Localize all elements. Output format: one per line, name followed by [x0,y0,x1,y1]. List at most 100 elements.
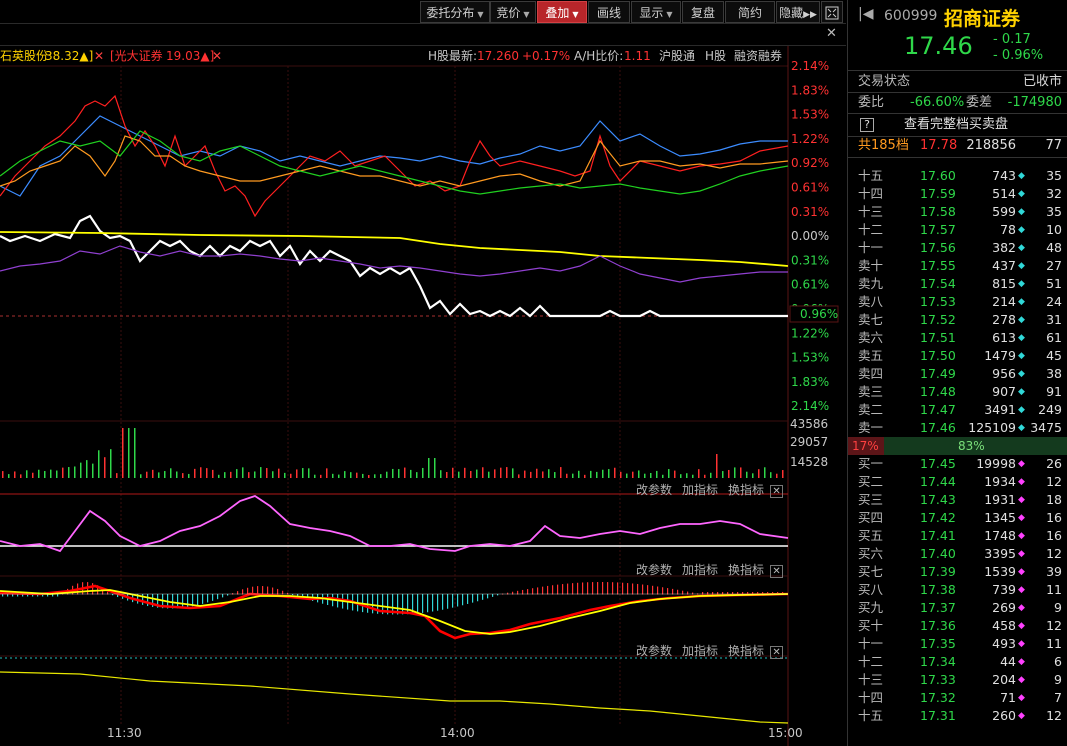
collapse-icon[interactable]: |◀ [858,6,873,22]
price-change-pct: - 0.96% [993,48,1044,63]
hide-button[interactable]: 隐藏▶▶ [776,1,820,23]
order-book-row[interactable]: 卖二 17.47 3491 ◆ 249 [848,401,1067,419]
order-book-row[interactable]: 十一 17.35 493 ◆ 11 [848,635,1067,653]
maximize-icon[interactable] [821,1,843,23]
add-indicator-button[interactable]: 加指标 [682,483,718,497]
level-label: 买九 [858,600,884,615]
volume-bar [254,471,256,478]
stock-code: 600999 [884,8,938,24]
macd-bar [427,594,429,613]
change-params-button[interactable]: 改参数 [636,644,672,658]
level-label: 买二 [858,474,884,489]
order-distribution-button[interactable]: 委托分布 ▼ [420,1,490,23]
order-book-row[interactable]: 卖六 17.51 613 ◆ 61 [848,329,1067,347]
order-book-row[interactable]: 卖七 17.52 278 ◆ 31 [848,311,1067,329]
order-book-row[interactable]: 十四 17.59 514 ◆ 32 [848,185,1067,203]
add-indicator-button[interactable]: 加指标 [682,644,718,658]
volume-bar [152,469,154,478]
volume-bar [212,469,214,478]
macd-bar [407,594,409,615]
order-book-row[interactable]: 买六 17.40 3395 ◆ 12 [848,545,1067,563]
macd-bar [652,585,654,595]
level-price: 17.39 [920,564,956,579]
change-params-button[interactable]: 改参数 [636,483,672,497]
volume-bar [182,473,184,478]
order-book-row[interactable]: 卖一 17.46 125109 ◆ 3475 [848,419,1067,437]
display-button[interactable]: 显示 ▼ [631,1,681,23]
order-book-row[interactable]: 十四 17.32 71 ◆ 7 [848,689,1067,707]
order-book-row[interactable]: 卖四 17.49 956 ◆ 38 [848,365,1067,383]
level-volume: 71 [1000,690,1016,705]
dot-icon: ◆ [1018,513,1025,523]
indicator2-controls: 改参数 加指标 换指标 ✕ [626,561,784,578]
overlay-button[interactable]: 叠加 ▼ [537,1,587,23]
order-book-row[interactable]: 买三 17.43 1931 ◆ 18 [848,491,1067,509]
order-book-row[interactable]: 十五 17.60 743 ◆ 35 [848,167,1067,185]
order-book-row[interactable]: 买七 17.39 1539 ◆ 39 [848,563,1067,581]
switch-indicator-button[interactable]: 换指标 [728,644,764,658]
order-book-row[interactable]: 买五 17.41 1748 ◆ 16 [848,527,1067,545]
level-order-count: 48 [1046,240,1062,255]
level-order-count: 39 [1046,564,1062,579]
simple-button[interactable]: 简约 [725,1,775,23]
volume-bar [434,458,436,478]
order-book-row[interactable]: 卖八 17.53 214 ◆ 24 [848,293,1067,311]
help-icon[interactable]: ? [860,118,874,132]
level-order-count: 24 [1046,294,1062,309]
stock-name[interactable]: 招商证券 [944,4,1020,31]
volume-bar [50,469,52,478]
order-book-row[interactable]: 卖五 17.50 1479 ◆ 45 [848,347,1067,365]
order-book-row[interactable]: 买一 17.45 19998 ◆ 26 [848,455,1067,473]
overlay-line-green [0,130,789,195]
order-book-row[interactable]: 十三 17.33 204 ◆ 9 [848,671,1067,689]
add-indicator-button[interactable]: 加指标 [682,563,718,577]
auction-button[interactable]: 竞价 ▼ [490,1,536,23]
order-book-row[interactable]: 十一 17.56 382 ◆ 48 [848,239,1067,257]
full-book-link[interactable]: 查看完整档买卖盘 [904,115,1008,135]
caret-down-icon: ▼ [666,10,673,19]
change-params-button[interactable]: 改参数 [636,563,672,577]
dot-icon: ◆ [1018,585,1025,595]
switch-indicator-button[interactable]: 换指标 [728,563,764,577]
volume-bar [140,474,142,478]
dot-icon: ◆ [1018,549,1025,559]
volume-bar [470,471,472,478]
order-book-row[interactable]: 买十 17.36 458 ◆ 12 [848,617,1067,635]
close-icon[interactable]: ✕ [826,26,837,41]
full-book-row[interactable]: ? 查看完整档买卖盘 [848,115,1067,135]
level-price: 17.52 [920,312,956,327]
order-book-row[interactable]: 买二 17.44 1934 ◆ 12 [848,473,1067,491]
level-volume: 815 [992,276,1016,291]
close-icon[interactable]: ✕ [770,646,784,659]
level-label: 卖十 [858,258,884,273]
order-book-row[interactable]: 买八 17.38 739 ◆ 11 [848,581,1067,599]
level-price: 17.38 [920,582,956,597]
order-book-row[interactable]: 十二 17.57 78 ◆ 10 [848,221,1067,239]
macd-bar [267,586,269,595]
volume-bar [374,474,376,478]
level-order-count: 32 [1046,186,1062,201]
order-book-row[interactable]: 买四 17.42 1345 ◆ 16 [848,509,1067,527]
time-label: 15:00 [768,726,803,740]
order-book-row[interactable]: 卖三 17.48 907 ◆ 91 [848,383,1067,401]
replay-button[interactable]: 复盘 [682,1,724,23]
intraday-chart[interactable]: 2.14% 1.83% 1.53% 1.22% 0.92% 0.61% 0.31% 0.00%… [0,46,846,746]
draw-line-button[interactable]: 画线 [588,1,630,23]
switch-indicator-button[interactable]: 换指标 [728,483,764,497]
order-book-row[interactable]: 十三 17.58 599 ◆ 35 [848,203,1067,221]
order-book-row[interactable]: 卖十 17.55 437 ◆ 27 [848,257,1067,275]
level-volume: 1931 [984,492,1016,507]
close-icon[interactable]: ✕ [770,485,784,498]
price-change: - 0.17 [993,32,1031,47]
dot-icon: ◆ [1018,261,1025,271]
volume-axis-label: 29057 [790,435,828,449]
close-icon[interactable]: ✕ [770,565,784,578]
caret-down-icon: ▼ [572,10,579,19]
order-book-row[interactable]: 十二 17.34 44 ◆ 6 [848,653,1067,671]
order-book-row[interactable]: 买九 17.37 269 ◆ 9 [848,599,1067,617]
dot-icon: ◆ [1018,279,1025,289]
level-volume: 739 [992,582,1016,597]
volume-bar [692,474,694,478]
order-book-row[interactable]: 十五 17.31 260 ◆ 12 [848,707,1067,725]
order-book-row[interactable]: 卖九 17.54 815 ◆ 51 [848,275,1067,293]
